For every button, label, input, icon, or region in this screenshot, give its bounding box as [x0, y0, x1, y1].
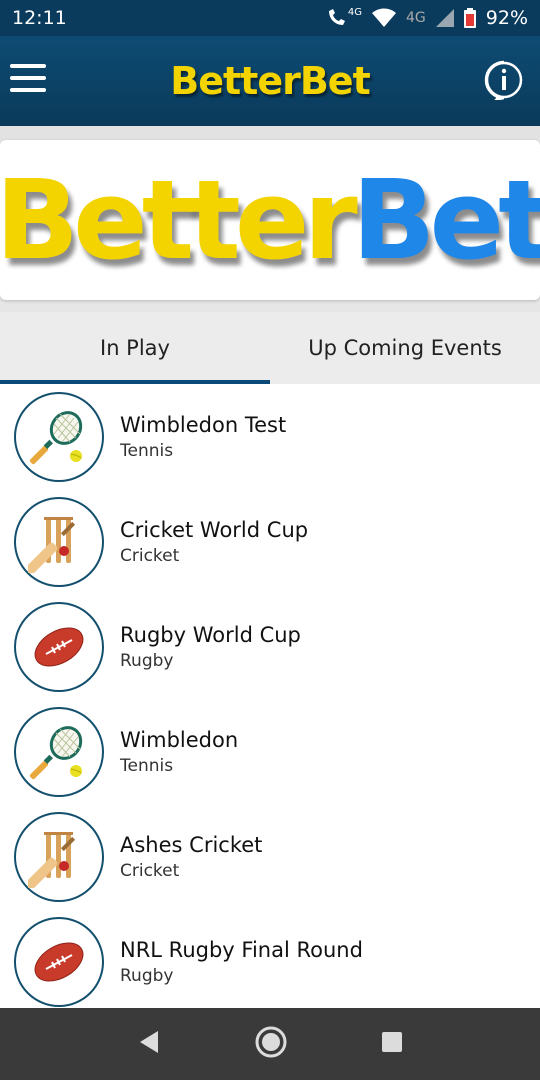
event-text: Wimbledon Tennis	[120, 728, 238, 776]
list-item[interactable]: Wimbledon Test Tennis	[0, 384, 540, 489]
wifi-icon	[372, 8, 396, 28]
event-title: Ashes Cricket	[120, 832, 263, 857]
banner-logo-part1: Better	[0, 156, 358, 284]
event-title: NRL Rugby Final Round	[120, 937, 363, 962]
event-sport: Rugby	[120, 650, 174, 671]
battery-percent: 92%	[485, 7, 528, 29]
event-title: Wimbledon Test	[120, 412, 287, 437]
signal-icon	[435, 9, 454, 27]
status-icons: 4G 4G 92%	[326, 7, 528, 29]
app-logo-part2: Bet	[299, 59, 371, 103]
tennis-icon	[14, 391, 104, 482]
event-sport: Cricket	[120, 545, 180, 566]
event-text: Ashes Cricket Cricket	[120, 833, 262, 881]
banner: BetterBet	[0, 140, 540, 300]
list-item[interactable]: Wimbledon Tennis	[0, 699, 540, 804]
battery-icon	[463, 8, 476, 28]
menu-icon[interactable]	[10, 64, 46, 92]
status-time: 12:11	[12, 7, 67, 29]
list-item[interactable]: Rugby World Cup Rugby	[0, 594, 540, 699]
tab-in-play[interactable]: In Play	[0, 312, 270, 384]
network-label-2: 4G	[406, 10, 426, 26]
event-text: Wimbledon Test Tennis	[120, 413, 286, 461]
info-icon[interactable]	[484, 60, 524, 102]
list-item[interactable]: Ashes Cricket Cricket	[0, 804, 540, 909]
event-sport: Tennis	[120, 440, 174, 461]
event-sport: Tennis	[120, 755, 174, 776]
tab-upcoming-events-label: Up Coming Events	[308, 336, 502, 360]
tab-in-play-label: In Play	[100, 336, 170, 360]
home-icon[interactable]	[254, 1025, 288, 1063]
tabs: In Play Up Coming Events	[0, 312, 540, 384]
rugby-icon	[14, 916, 104, 1007]
status-bar: 12:11 4G 4G 92%	[0, 0, 540, 36]
event-text: NRL Rugby Final Round Rugby	[120, 938, 363, 986]
wifi-calling-icon	[326, 8, 348, 28]
rugby-icon	[14, 601, 104, 692]
banner-logo: BetterBet	[0, 165, 540, 275]
app-logo-part1: Better	[170, 59, 301, 103]
list-item[interactable]: Cricket World Cup Cricket	[0, 489, 540, 594]
back-icon[interactable]	[136, 1029, 162, 1059]
event-list: Wimbledon Test Tennis Cricket World Cup …	[0, 384, 540, 1008]
event-sport: Cricket	[120, 860, 180, 881]
cricket-icon	[14, 811, 104, 902]
network-label-1: 4G	[347, 6, 362, 18]
event-text: Cricket World Cup Cricket	[120, 518, 308, 566]
app-bar: BetterBet	[0, 36, 540, 126]
event-title: Cricket World Cup	[120, 517, 309, 542]
nav-bar	[0, 1008, 540, 1080]
recents-icon[interactable]	[380, 1030, 404, 1058]
event-text: Rugby World Cup Rugby	[120, 623, 301, 671]
cricket-icon	[14, 496, 104, 587]
banner-logo-part2: Bet	[351, 156, 540, 284]
event-title: Rugby World Cup	[120, 622, 301, 647]
tab-upcoming-events[interactable]: Up Coming Events	[270, 312, 540, 384]
gap	[0, 126, 540, 140]
tennis-icon	[14, 706, 104, 797]
event-sport: Rugby	[120, 965, 174, 986]
app-logo: BetterBet	[170, 59, 370, 103]
list-item[interactable]: NRL Rugby Final Round Rugby	[0, 909, 540, 1014]
event-title: Wimbledon	[120, 727, 239, 752]
